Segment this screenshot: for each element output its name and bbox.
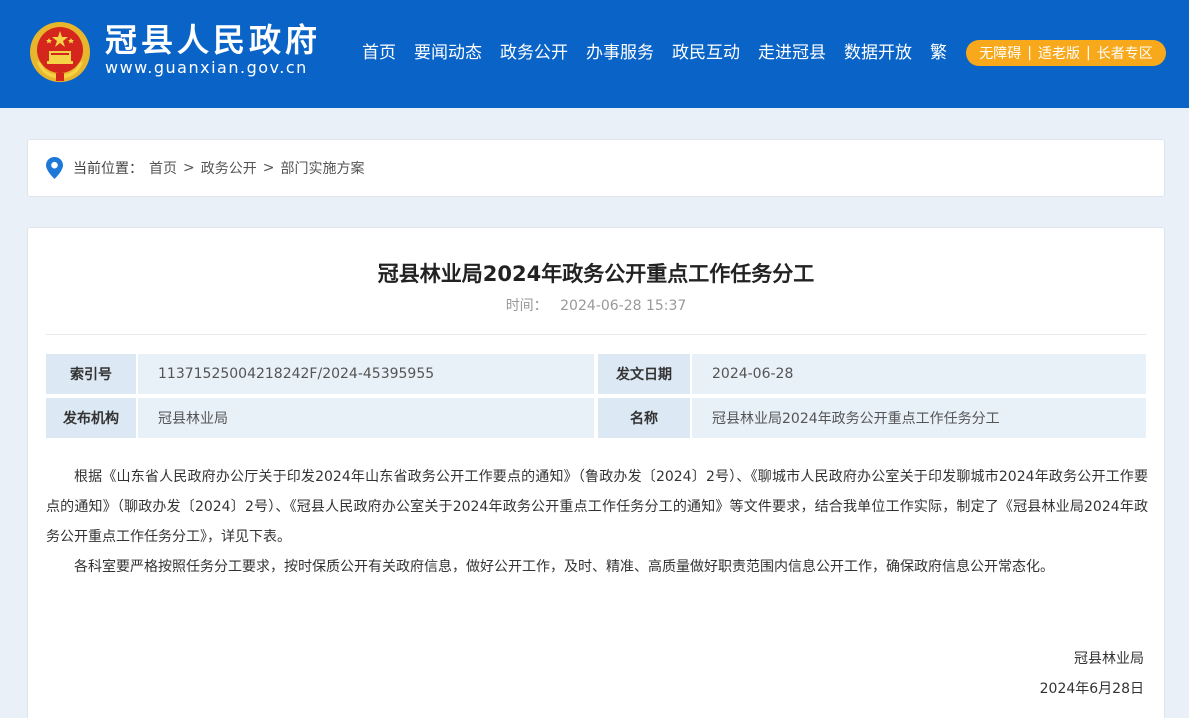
main-nav: 首页 要闻动态 政务公开 办事服务 政民互动 走进冠县 数据开放 繁: [362, 40, 947, 66]
index-number-value: 11371525004218242F/2024-45395955: [138, 354, 594, 394]
index-number-label: 索引号: [46, 354, 136, 394]
breadcrumb-item-home[interactable]: 首页: [149, 158, 177, 178]
site-header: 冠县人民政府 www.guanxian.gov.cn 首页 要闻动态 政务公开 …: [0, 0, 1189, 108]
publisher-value: 冠县林业局: [138, 398, 594, 438]
article-body: 根据《山东省人民政府办公厅关于印发2024年山东省政务公开工作要点的通知》（鲁政…: [46, 462, 1148, 582]
issue-date-label: 发文日期: [598, 354, 690, 394]
meta-row: 索引号 11371525004218242F/2024-45395955 发文日…: [46, 354, 1146, 394]
breadcrumb-separator: >: [262, 160, 275, 176]
time-label: 时间：: [505, 298, 548, 314]
issue-date-value: 2024-06-28: [692, 354, 1146, 394]
site-name: 冠县人民政府: [105, 21, 322, 59]
time-value: 2024-06-28 15:37: [560, 298, 687, 314]
article-card: 冠县林业局2024年政务公开重点工作任务分工 时间： 2024-06-28 15…: [27, 227, 1165, 718]
nav-item-home[interactable]: 首页: [362, 40, 396, 66]
nav-item-gov-affairs[interactable]: 政务公开: [500, 40, 568, 66]
body-paragraph: 根据《山东省人民政府办公厅关于印发2024年山东省政务公开工作要点的通知》（鲁政…: [46, 469, 1148, 545]
nav-item-traditional-chinese[interactable]: 繁: [930, 40, 947, 66]
nav-item-interaction[interactable]: 政民互动: [672, 40, 740, 66]
doc-name-label: 名称: [598, 398, 690, 438]
senior-zone-link[interactable]: 长者专区: [1097, 43, 1153, 63]
nav-item-services[interactable]: 办事服务: [586, 40, 654, 66]
doc-name-value: 冠县林业局2024年政务公开重点工作任务分工: [692, 398, 1146, 438]
article-title: 冠县林业局2024年政务公开重点工作任务分工: [377, 262, 815, 286]
article-time: 时间： 2024-06-28 15:37: [28, 296, 1164, 316]
breadcrumb: 当前位置： 首页 > 政务公开 > 部门实施方案: [27, 139, 1165, 197]
breadcrumb-prefix: 当前位置：: [73, 161, 143, 177]
accessibility-bar: 无障碍 | 适老版 | 长者专区: [966, 40, 1166, 66]
breadcrumb-separator: >: [183, 160, 195, 176]
accessibility-separator: |: [1086, 45, 1091, 61]
elderly-mode-link[interactable]: 适老版: [1038, 43, 1080, 63]
site-url: www.guanxian.gov.cn: [105, 58, 308, 77]
body-paragraph: 各科室要严格按照任务分工要求，按时保质公开有关政府信息，做好公开工作，及时、精准…: [74, 559, 1054, 575]
nav-item-about[interactable]: 走进冠县: [758, 40, 826, 66]
breadcrumb-item-gov-affairs[interactable]: 政务公开: [201, 158, 257, 178]
nav-item-open-data[interactable]: 数据开放: [844, 40, 912, 66]
nav-item-news[interactable]: 要闻动态: [414, 40, 482, 66]
document-meta-table: 索引号 11371525004218242F/2024-45395955 发文日…: [46, 354, 1146, 442]
accessibility-separator: |: [1027, 45, 1032, 61]
national-emblem-icon[interactable]: [29, 21, 91, 83]
publisher-label: 发布机构: [46, 398, 136, 438]
signature-block: 冠县林业局 2024年6月28日: [1040, 644, 1144, 704]
accessibility-link[interactable]: 无障碍: [979, 43, 1021, 63]
breadcrumb-item-dept-plan[interactable]: 部门实施方案: [280, 158, 364, 178]
signature-org: 冠县林业局: [1074, 651, 1144, 667]
signature-date: 2024年6月28日: [1039, 681, 1144, 697]
location-pin-icon: [46, 157, 63, 179]
meta-row: 发布机构 冠县林业局 名称 冠县林业局2024年政务公开重点工作任务分工: [46, 398, 1146, 438]
title-divider: [46, 334, 1146, 335]
